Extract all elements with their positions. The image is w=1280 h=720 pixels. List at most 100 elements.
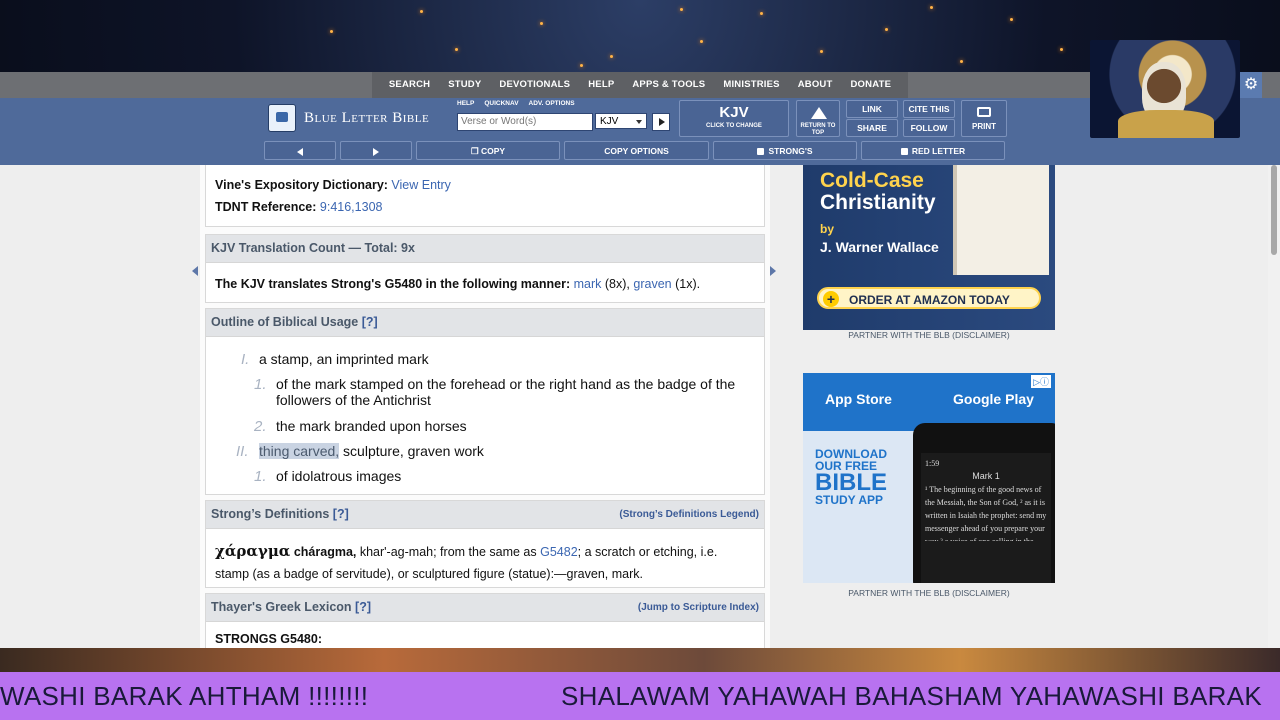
- translation-count-lead: The KJV translates Strong's G5480 in the…: [215, 277, 571, 291]
- print-label: PRINT: [972, 122, 996, 131]
- order-cta-label: ORDER AT AMAZON TODAY: [849, 293, 1010, 307]
- strongs-help-link[interactable]: [?]: [333, 507, 349, 521]
- copy-options-button[interactable]: COPY OPTIONS: [564, 141, 709, 160]
- thayer-strongs-number: STRONGS G5480:: [215, 632, 322, 646]
- nav-donate[interactable]: DONATE: [842, 72, 901, 98]
- jump-to-scripture-index-link[interactable]: (Jump to Scripture Index): [638, 594, 759, 621]
- nav-apps-tools[interactable]: APPS & TOOLS: [623, 72, 714, 98]
- link-button[interactable]: LINK: [846, 100, 898, 118]
- translation-count-text: The KJV translates Strong's G5480 in the…: [215, 277, 700, 291]
- help-link[interactable]: HELP: [457, 100, 474, 107]
- partner-disclaimer-link[interactable]: PARTNER WITH THE BLB (DISCLAIMER): [803, 330, 1055, 340]
- search-input[interactable]: Verse or Word(s): [457, 113, 593, 131]
- nav-devotionals[interactable]: DEVOTIONALS: [490, 72, 579, 98]
- definition-part-b: stamp (as a badge of servitude), or scul…: [215, 567, 643, 581]
- selected-text[interactable]: thing carved,: [259, 443, 340, 459]
- copy-button[interactable]: ❐ COPY: [416, 141, 560, 160]
- nav-about[interactable]: ABOUT: [789, 72, 842, 98]
- thayer-lexicon-box: Thayer's Greek Lexicon [?] (Jump to Scri…: [205, 593, 765, 648]
- strongs-legend-link[interactable]: (Strong’s Definitions Legend): [619, 501, 759, 528]
- translation-mark-count: (8x),: [604, 277, 630, 291]
- references-box: Vine's Expository Dictionary: View Entry…: [205, 165, 765, 227]
- follow-button[interactable]: FOLLOW: [903, 119, 955, 137]
- blb-app-ad[interactable]: App Store Google Play ▷ⓘ DOWNLOAD OUR FR…: [803, 373, 1055, 583]
- outline-number: II.: [236, 443, 249, 460]
- checkbox-icon: [757, 148, 765, 156]
- ad-title-line1: Cold-Case: [820, 169, 924, 192]
- cold-case-christianity-ad[interactable]: Cold-Case Christianity by J. Warner Wall…: [803, 165, 1055, 330]
- cite-this-button[interactable]: CITE THIS: [903, 100, 955, 118]
- quicknav-link[interactable]: QUICKNAV: [484, 100, 518, 107]
- previous-button[interactable]: [264, 141, 336, 160]
- translation-mark-link[interactable]: mark: [574, 277, 602, 291]
- site-header: Blue Letter Bible HELP QUICKNAV ADV. OPT…: [0, 98, 1280, 165]
- gear-icon[interactable]: ⚙: [1240, 72, 1262, 98]
- starfield-background: [0, 0, 1280, 75]
- next-button[interactable]: [340, 141, 412, 160]
- return-to-top-button[interactable]: RETURN TO TOP: [796, 100, 840, 137]
- outline-help-link[interactable]: [?]: [362, 315, 378, 329]
- tdnt-row: TDNT Reference: 9:416,1308: [215, 200, 382, 214]
- partner-disclaimer-link[interactable]: PARTNER WITH THE BLB (DISCLAIMER): [803, 588, 1055, 598]
- checkbox-icon: [900, 148, 908, 156]
- thayer-title: Thayer's Greek Lexicon: [211, 600, 352, 614]
- chevron-down-icon: [636, 120, 642, 124]
- outline-text: sculpture, graven work: [339, 443, 484, 459]
- kjv-version-button[interactable]: KJV CLICK TO CHANGE: [679, 100, 789, 137]
- outline-item: 2. the mark branded upon horses: [254, 418, 751, 435]
- version-select[interactable]: KJV: [595, 113, 647, 129]
- tdnt-reference-link[interactable]: 9:416,1308: [320, 200, 383, 214]
- google-play-link[interactable]: Google Play: [953, 391, 1034, 407]
- nav-help[interactable]: HELP: [579, 72, 623, 98]
- strongs-toggle-label: STRONG'S: [768, 146, 813, 156]
- nav-ministries[interactable]: MINISTRIES: [714, 72, 788, 98]
- strongs-definitions-header: Strong’s Definitions [?] (Strong’s Defin…: [206, 501, 764, 529]
- nav-study[interactable]: STUDY: [439, 72, 490, 98]
- arrow-up-icon: [811, 107, 827, 119]
- ticker-text-left: WASHI BARAK AHTHAM !!!!!!!!: [0, 681, 369, 711]
- outline-box: Outline of Biblical Usage [?] I. a stamp…: [205, 308, 765, 495]
- outline-header: Outline of Biblical Usage [?]: [206, 309, 764, 337]
- phone-time: 1:59: [925, 459, 940, 468]
- strongs-toggle[interactable]: STRONG'S: [713, 141, 857, 160]
- red-letter-toggle[interactable]: RED LETTER: [861, 141, 1005, 160]
- vines-row: Vine's Expository Dictionary: View Entry: [215, 178, 451, 192]
- scrolling-ticker: WASHI BARAK AHTHAM !!!!!!!! SHALAWAM YAH…: [0, 672, 1280, 720]
- outline-item: 1. of the mark stamped on the forehead o…: [254, 376, 751, 408]
- outline-item: 1. of idolatrous images: [254, 468, 751, 485]
- vines-view-entry-link[interactable]: View Entry: [391, 178, 451, 192]
- chevron-right-icon: [373, 147, 379, 156]
- share-button[interactable]: SHARE: [846, 119, 898, 137]
- page-scrollbar[interactable]: [1268, 165, 1280, 648]
- verse-toolbar: ❐ COPY COPY OPTIONS STRONG'S RED LETTER: [264, 141, 1005, 160]
- vines-label: Vine's Expository Dictionary:: [215, 178, 388, 192]
- search-go-button[interactable]: [652, 113, 670, 131]
- next-entry-arrow-icon[interactable]: [770, 266, 776, 276]
- outline-text: a stamp, an imprinted mark: [259, 351, 429, 367]
- return-to-top-label: RETURN TO TOP: [800, 123, 836, 136]
- outline-title: Outline of Biblical Usage: [211, 315, 359, 329]
- nav-search[interactable]: SEARCH: [380, 72, 439, 98]
- app-store-link[interactable]: App Store: [825, 391, 892, 407]
- scrollbar-thumb[interactable]: [1271, 165, 1277, 255]
- greek-word: χάραγμα: [215, 542, 291, 560]
- print-button[interactable]: PRINT: [961, 100, 1007, 137]
- ad-title-line2: Christianity: [820, 191, 936, 214]
- blb-logo[interactable]: Blue Letter Bible: [268, 104, 429, 132]
- order-at-amazon-button[interactable]: + ORDER AT AMAZON TODAY: [817, 287, 1041, 309]
- translation-graven-link[interactable]: graven: [633, 277, 671, 291]
- strongs-g5482-link[interactable]: G5482: [540, 545, 578, 559]
- outline-text: of the mark stamped on the forehead or t…: [276, 376, 736, 408]
- translation-graven-count: (1x).: [675, 277, 701, 291]
- strongs-definitions-title: Strong’s Definitions: [211, 507, 330, 521]
- ad-choices-icon[interactable]: ▷ⓘ: [1031, 375, 1051, 388]
- printer-icon: [977, 107, 991, 117]
- adv-options-link[interactable]: ADV. OPTIONS: [529, 100, 575, 107]
- outline-item: II. thing carved, sculpture, graven work: [236, 443, 739, 460]
- outline-text: the mark branded upon horses: [276, 418, 467, 434]
- browser-window: SEARCH STUDY DEVOTIONALS HELP APPS & TOO…: [0, 72, 1280, 648]
- ticker-text-right: SHALAWAM YAHAWAH BAHASHAM YAHAWASHI BARA…: [561, 681, 1262, 711]
- search-mini-links: HELP QUICKNAV ADV. OPTIONS: [457, 100, 575, 107]
- thayer-help-link[interactable]: [?]: [355, 600, 371, 614]
- previous-entry-arrow-icon[interactable]: [192, 266, 198, 276]
